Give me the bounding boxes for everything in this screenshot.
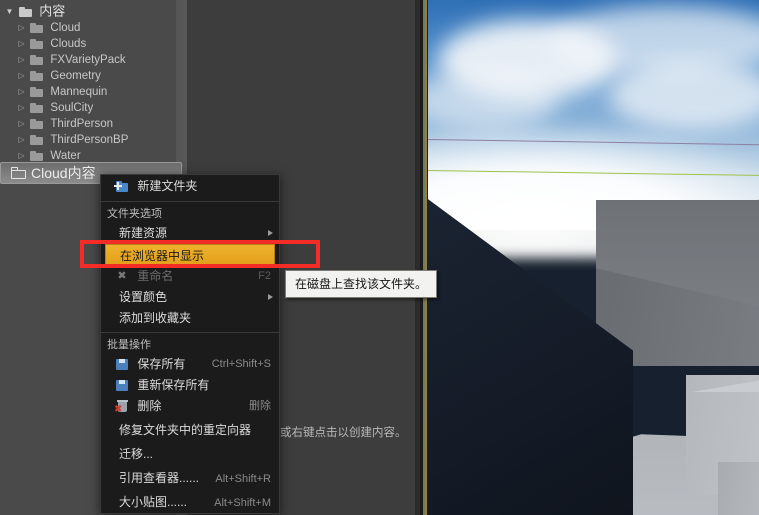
level-viewport[interactable] (420, 0, 759, 515)
twisty-collapsed-icon[interactable]: ▷ (16, 116, 27, 132)
folder-icon (30, 135, 44, 145)
tree-item-thirdperson[interactable]: ▷ ThirdPerson (16, 116, 182, 132)
menu-separator (101, 332, 279, 333)
folder-icon (30, 71, 44, 81)
folder-icon (18, 6, 32, 17)
menu-item-new-asset[interactable]: 新建资源 (101, 223, 279, 244)
tree-item-label: SoulCity (50, 102, 94, 114)
twisty-collapsed-icon[interactable]: ▷ (16, 100, 27, 116)
twisty-collapsed-icon[interactable]: ▷ (16, 132, 27, 148)
twisty-collapsed-icon[interactable]: ▷ (16, 36, 27, 52)
folder-icon (30, 87, 44, 97)
menu-item-migrate[interactable]: 迁移... (101, 441, 279, 465)
menu-item-delete[interactable]: ✖ 删除 删除 (101, 396, 279, 417)
tooltip: 在磁盘上查找该文件夹。 (285, 270, 438, 298)
menu-item-resave-all[interactable]: 重新保存所有 (101, 375, 279, 396)
menu-item-label: 修复文件夹中的重定向器 (119, 422, 252, 437)
tree-item-root[interactable]: ▼ 内容 (4, 2, 182, 20)
menu-item-rename: ✖ 重命名 F2 (101, 266, 279, 287)
folder-icon (30, 39, 44, 49)
tree-item-label: ThirdPerson (50, 118, 114, 130)
menu-item-reference-viewer[interactable]: 引用查看器...... Alt+Shift+R (101, 465, 279, 489)
tooltip-text: 在磁盘上查找该文件夹。 (295, 277, 428, 291)
tree-item-clouds[interactable]: ▷ Clouds (16, 36, 182, 52)
menu-item-label: 大小贴图...... (119, 494, 188, 509)
tree-item-label: Clouds (50, 38, 87, 50)
tree-item-label: Cloud (50, 22, 81, 34)
tree-item-fxvarietypack[interactable]: ▷ FXVarietyPack (16, 52, 182, 68)
tree-item-label: Geometry (50, 70, 101, 82)
menu-separator (101, 201, 279, 202)
menu-item-shortcut: 删除 (249, 400, 271, 412)
menu-item-fix-redirectors[interactable]: 修复文件夹中的重定向器 (101, 417, 279, 441)
folder-outline-icon (11, 166, 26, 179)
tree-item-mannequin[interactable]: ▷ Mannequin (16, 84, 182, 100)
menu-item-label: 重命名 (137, 269, 174, 284)
folder-context-menu[interactable]: 新建文件夹 文件夹选项 新建资源 在浏览器中显示 ✖ 重命名 F2 设置颜色 添… (100, 174, 280, 514)
tree-item-cloud[interactable]: ▷ Cloud (16, 20, 182, 36)
viewport-scene (428, 0, 759, 515)
menu-item-size-map[interactable]: 大小贴图...... Alt+Shift+M (101, 489, 279, 513)
menu-section-bulk-operations: 批量操作 (107, 339, 151, 351)
menu-item-label: 新建资源 (119, 226, 168, 241)
twisty-collapsed-icon[interactable]: ▷ (16, 68, 27, 84)
tree-item-thirdpersonbp[interactable]: ▷ ThirdPersonBP (16, 132, 182, 148)
folder-icon (30, 23, 44, 33)
drag-folder-chip-label: Cloud内容 (31, 165, 96, 181)
menu-item-label: 设置颜色 (119, 290, 168, 305)
folder-icon (30, 55, 44, 65)
menu-item-shortcut: F2 (258, 270, 271, 282)
menu-item-show-in-explorer[interactable]: 在浏览器中显示 (105, 244, 275, 266)
menu-item-label: 保存所有 (137, 357, 186, 372)
folder-icon (30, 151, 44, 161)
menu-item-shortcut: Alt+Shift+R (215, 473, 271, 485)
twisty-collapsed-icon[interactable]: ▷ (16, 84, 27, 100)
rename-icon: ✖ (117, 270, 127, 283)
menu-item-label: 引用查看器...... (119, 470, 200, 485)
menu-item-shortcut: Alt+Shift+M (214, 497, 271, 509)
tree-item-soulcity[interactable]: ▷ SoulCity (16, 100, 182, 116)
menu-item-label: 迁移... (119, 446, 154, 461)
twisty-collapsed-icon[interactable]: ▷ (16, 20, 27, 36)
menu-item-set-color[interactable]: 设置颜色 (101, 287, 279, 308)
save-icon (115, 358, 129, 371)
app-window: ▼ 内容 ▷ Cloud ▷ Clouds ▷ FXVarietyPack ▷ … (0, 0, 759, 515)
menu-item-label: 添加到收藏夹 (119, 311, 192, 326)
menu-item-label: 新建文件夹 (137, 179, 198, 194)
new-folder-icon (114, 180, 129, 193)
viewport-accent-amber (425, 0, 427, 515)
menu-item-add-to-favorites[interactable]: 添加到收藏夹 (101, 308, 279, 329)
folder-icon (30, 103, 44, 113)
tree-item-label: Water (50, 150, 81, 162)
tree-item-label: FXVarietyPack (50, 54, 126, 66)
menu-item-new-folder[interactable]: 新建文件夹 (101, 175, 279, 198)
tree-item-label: ThirdPersonBP (50, 134, 129, 146)
tree-item-label: 内容 (39, 3, 66, 19)
menu-item-label: 重新保存所有 (137, 378, 210, 393)
menu-section-folder-options: 文件夹选项 (107, 208, 162, 220)
save-icon (115, 379, 129, 392)
tree-item-geometry[interactable]: ▷ Geometry (16, 68, 182, 84)
scene-box-small (718, 462, 759, 515)
twisty-expanded-icon[interactable]: ▼ (4, 3, 15, 21)
content-browser-empty-hint: 或右键点击以创建内容。 (280, 427, 407, 439)
menu-item-shortcut: Ctrl+Shift+S (211, 358, 271, 370)
chevron-right-icon (268, 294, 273, 300)
twisty-collapsed-icon[interactable]: ▷ (16, 52, 27, 68)
delete-icon: ✖ (114, 400, 129, 415)
menu-item-label: 在浏览器中显示 (120, 248, 205, 263)
chevron-right-icon (268, 230, 273, 236)
menu-item-save-all[interactable]: 保存所有 Ctrl+Shift+S (101, 354, 279, 375)
folder-icon (30, 119, 44, 129)
tree-item-label: Mannequin (50, 86, 108, 98)
menu-item-label: 删除 (137, 399, 162, 414)
